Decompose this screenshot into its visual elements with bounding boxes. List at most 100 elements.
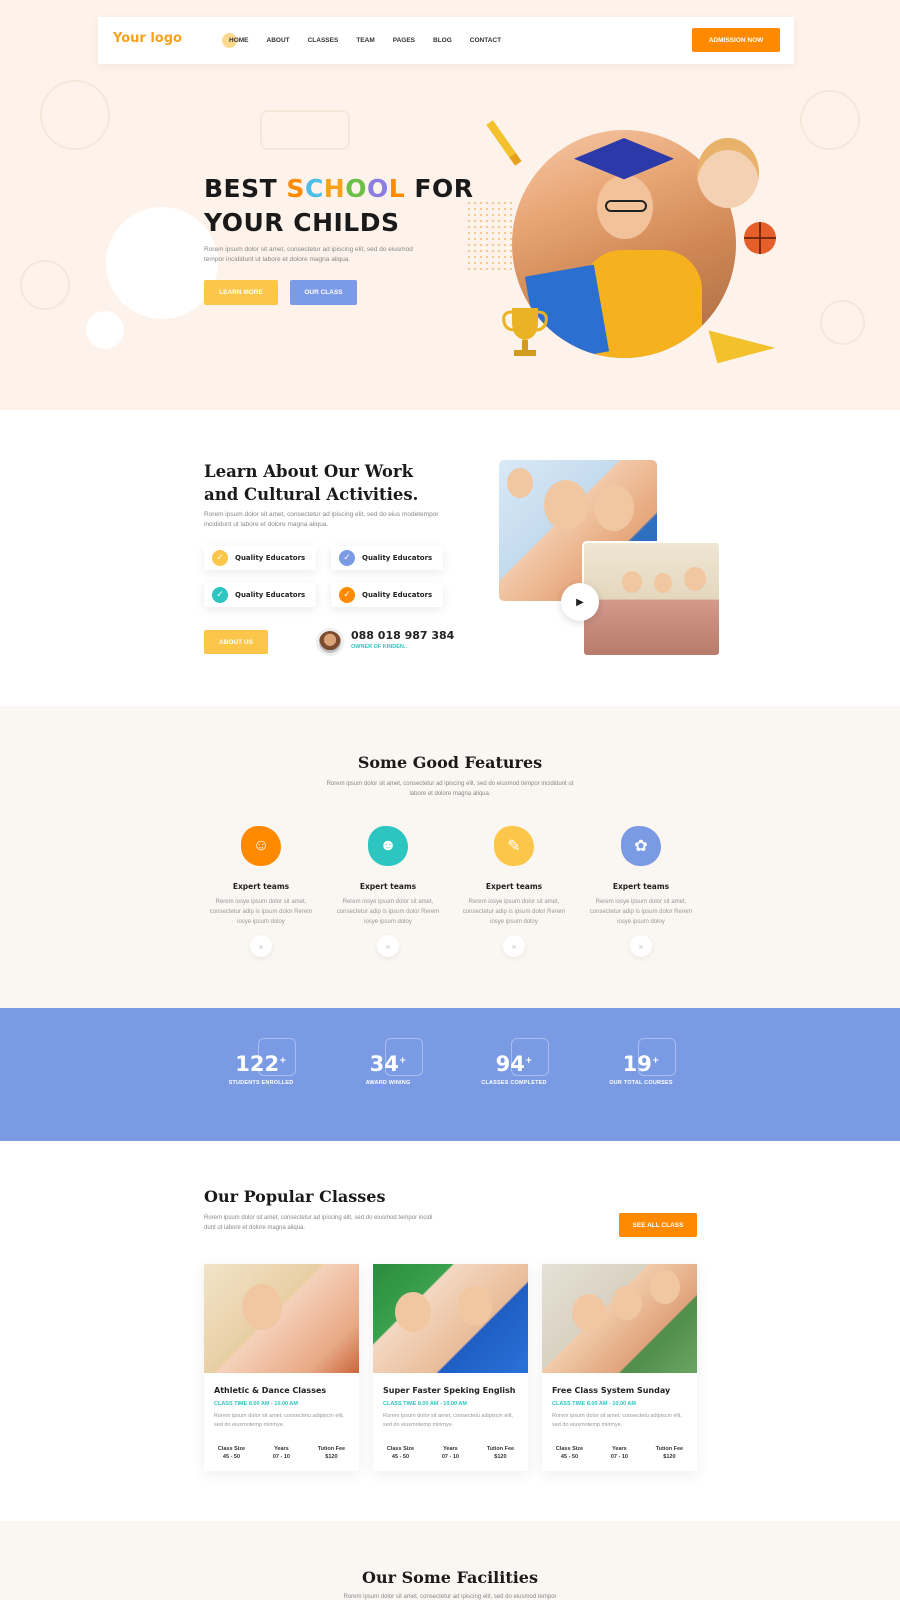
feature-card: ☻ Expert teams Rerem iosye ipsum dolor s… (333, 826, 443, 957)
stat-label: OUR TOTAL COURSES (609, 1080, 673, 1086)
doodle-decoration (20, 260, 70, 310)
class-meta: Class Size 45 - 50 Years 07 - 10 Tution Fe… (373, 1446, 528, 1460)
feature-arrow-button[interactable]: » (503, 935, 525, 957)
class-title[interactable]: Super Faster Speking English (383, 1386, 516, 1395)
hero-description: Rorem ipsum dolor sit amet, consectetur … (204, 246, 413, 263)
graduation-cap (574, 138, 674, 180)
class-card[interactable]: Super Faster Speking English CLASS TIME … (373, 1264, 528, 1471)
basketball-icon (744, 222, 776, 254)
kid-face (622, 571, 642, 593)
stat-item: 34+ AWARD WINING (333, 1038, 443, 1086)
meta-label: Tution Fee (317, 1446, 346, 1452)
meta-value: $120 (663, 1454, 676, 1460)
stats-section (0, 1008, 900, 1141)
class-fee: Tution Fee $120 (318, 1446, 345, 1460)
meta-label: Class Size (217, 1446, 246, 1452)
facilities-section (0, 1521, 900, 1600)
hero-title-school: SCHOOL (286, 174, 405, 203)
girl-image (697, 138, 759, 208)
class-size: Class Size 45 - 50 (218, 1446, 245, 1460)
stat-number: 34+ (333, 1052, 443, 1076)
owner-role: OWNER OF KINDEN.. (351, 644, 407, 650)
about-us-button[interactable]: ABOUT US (204, 630, 268, 654)
class-meta: Class Size 45 - 50 Years 07 - 10 Tution Fe… (204, 1446, 359, 1460)
stat-value: 122 (235, 1052, 280, 1076)
meta-value: 45 - 50 (560, 1454, 579, 1460)
hero-letter: O (345, 174, 367, 203)
nav-home[interactable]: HOME (220, 33, 258, 48)
feature-arrow-button[interactable]: » (630, 935, 652, 957)
nav-blog[interactable]: BLOG (424, 35, 461, 47)
logo[interactable]: Your logo (113, 31, 182, 46)
stat-item: 19+ OUR TOTAL COURSES (586, 1038, 696, 1086)
quality-label: Quality Educators (235, 591, 306, 599)
class-card[interactable]: Athletic & Dance Classes CLASS TIME 8.00… (204, 1264, 359, 1471)
nav-pages[interactable]: PAGES (384, 35, 424, 47)
owner-phone[interactable]: 088 018 987 384 (351, 629, 454, 642)
class-card[interactable]: Free Class System Sunday CLASS TIME 8.00… (542, 1264, 697, 1471)
stat-number: 122+ (206, 1052, 316, 1076)
admission-now-button[interactable]: ADMISSION NOW (692, 28, 780, 52)
play-video-button[interactable]: ▶ (561, 583, 599, 621)
play-icon: ▶ (576, 596, 584, 608)
nav-about[interactable]: ABOUT (258, 35, 299, 47)
features-section (0, 706, 900, 1008)
see-all-class-button[interactable]: SEE ALL CLASS (619, 1213, 697, 1237)
quality-label: Quality Educators (362, 554, 433, 562)
nav-classes[interactable]: CLASSES (299, 35, 348, 47)
about-title: Learn About Our Work and Cultural Activi… (204, 462, 419, 504)
class-fee: Tution Fee $120 (487, 1446, 514, 1460)
about-description: Rorem ipsum dolor sit amet, consectetur … (204, 511, 439, 528)
hero-letter: S (286, 174, 305, 203)
class-image (542, 1264, 697, 1373)
class-title[interactable]: Athletic & Dance Classes (214, 1386, 326, 1395)
meta-value: $120 (325, 1454, 338, 1460)
kid-glasses (605, 200, 647, 212)
doodle-decoration (260, 110, 350, 150)
quality-label: Quality Educators (235, 554, 306, 562)
feature-arrow-button[interactable]: » (250, 935, 272, 957)
hero-letter: C (304, 174, 324, 203)
check-icon: ✓ (212, 550, 228, 566)
meta-value: 45 - 50 (222, 1454, 241, 1460)
class-size: Class Size 45 - 50 (556, 1446, 583, 1460)
hero-title: BEST SCHOOL FOR YOUR CHILDS (204, 172, 474, 240)
stat-label: AWARD WINING (365, 1080, 411, 1086)
class-title[interactable]: Free Class System Sunday (552, 1386, 670, 1395)
facilities-subtitle: Rorem ipsum dolor sit amet, consectetur … (343, 1594, 557, 1600)
nav-team[interactable]: TEAM (347, 35, 383, 47)
our-class-button[interactable]: OUR CLASS (290, 280, 357, 305)
feature-title: Expert teams (359, 882, 417, 891)
feature-description: Rerem iosye ipsum dolor sit amet, consec… (462, 899, 566, 925)
nav-menu: HOME ABOUT CLASSES TEAM PAGES BLOG CONTA… (220, 33, 510, 48)
class-description: Rorem ipsum dolor sit amet, consectetu a… (214, 1413, 344, 1428)
stat-item: 94+ CLASSES COMPLETED (459, 1038, 569, 1086)
kid-face (507, 468, 533, 498)
meta-label: Years (274, 1446, 289, 1452)
dots-decoration (466, 200, 516, 270)
class-years: Years 07 - 10 (273, 1446, 290, 1460)
trophy-icon (502, 308, 548, 356)
class-years: Years 07 - 10 (442, 1446, 459, 1460)
feature-arrow-button[interactable]: » (377, 935, 399, 957)
palette-icon: ✿ (621, 826, 661, 866)
hero-title-line2: YOUR CHILDS (204, 208, 400, 237)
doodle-decoration (40, 80, 110, 150)
stat-label: STUDENTS ENROLLED (228, 1080, 294, 1086)
meta-value: 07 - 10 (610, 1454, 628, 1460)
kid-face (654, 573, 672, 593)
feature-description: Rerem iosye ipsum dolor sit amet, consec… (336, 899, 440, 925)
mask-icon: ☻ (368, 826, 408, 866)
feature-title: Expert teams (612, 882, 670, 891)
check-icon: ✓ (339, 587, 355, 603)
meta-label: Tution Fee (655, 1446, 684, 1452)
facilities-title: Our Some Facilities (362, 1568, 538, 1587)
meta-label: Class Size (555, 1446, 584, 1452)
nav-contact[interactable]: CONTACT (461, 35, 510, 47)
quality-item: ✓ Quality Educators (204, 583, 316, 607)
quality-item: ✓ Quality Educators (331, 583, 443, 607)
class-size: Class Size 45 - 50 (387, 1446, 414, 1460)
learn-more-button[interactable]: LEARN MORE (204, 280, 278, 305)
doodle-decoration (820, 300, 865, 345)
hero-title-for: FOR (414, 174, 474, 203)
